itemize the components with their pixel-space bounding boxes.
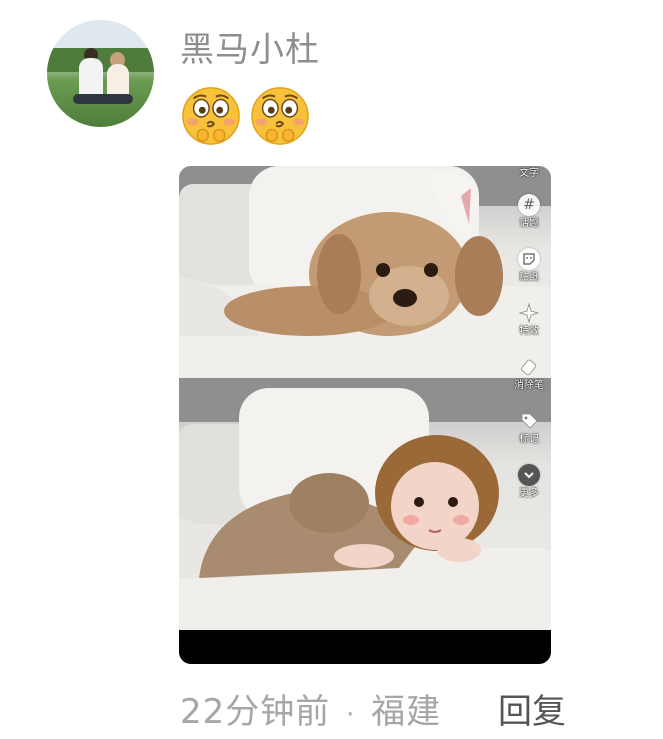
bottom-black-bar xyxy=(179,630,551,664)
image-edit-toolbar: 文字 # 话题 贴纸 特效 消除笔 标记 更多 xyxy=(507,166,551,506)
eraser-icon xyxy=(518,356,540,378)
tool-effects[interactable]: 特效 xyxy=(507,302,551,338)
tool-label: 特效 xyxy=(519,326,539,337)
tool-label: 更多 xyxy=(519,488,539,499)
username[interactable]: 黑马小杜 xyxy=(180,22,320,71)
comment-time: 22分钟前 xyxy=(180,692,331,732)
tool-sticker[interactable]: 贴纸 xyxy=(507,248,551,284)
tool-more[interactable]: 更多 xyxy=(507,464,551,500)
tool-label: 消除笔 xyxy=(514,380,544,391)
meta-separator: · xyxy=(346,700,356,730)
chevron-down-icon xyxy=(518,464,540,486)
tag-icon xyxy=(518,410,540,432)
tool-mark[interactable]: 标记 xyxy=(507,410,551,446)
toddler-illustration xyxy=(179,378,551,630)
emoji-row xyxy=(180,85,313,149)
comment-meta: 22分钟前 · 福建 xyxy=(180,684,441,733)
avatar[interactable] xyxy=(47,20,154,127)
toddler-photo xyxy=(179,378,551,630)
tool-label: 贴纸 xyxy=(519,272,539,283)
tool-text[interactable]: 文字 xyxy=(507,166,551,180)
tool-label: 文字 xyxy=(519,168,539,179)
tool-label: 话题 xyxy=(519,218,539,229)
dog-photo xyxy=(179,166,551,378)
tool-label: 标记 xyxy=(519,434,539,445)
sticker-icon xyxy=(518,248,540,270)
reply-button[interactable]: 回复 xyxy=(498,684,566,733)
shy-face-emoji xyxy=(182,87,240,145)
sparkle-icon xyxy=(518,302,540,324)
shy-face-emoji xyxy=(251,87,309,145)
photo-attachment[interactable]: 文字 # 话题 贴纸 特效 消除笔 标记 更多 xyxy=(179,166,551,664)
hashtag-icon: # xyxy=(518,194,540,216)
tool-eraser[interactable]: 消除笔 xyxy=(507,356,551,392)
tool-topic[interactable]: # 话题 xyxy=(507,194,551,230)
comment-location: 福建 xyxy=(371,692,442,732)
dog-illustration xyxy=(179,166,551,378)
